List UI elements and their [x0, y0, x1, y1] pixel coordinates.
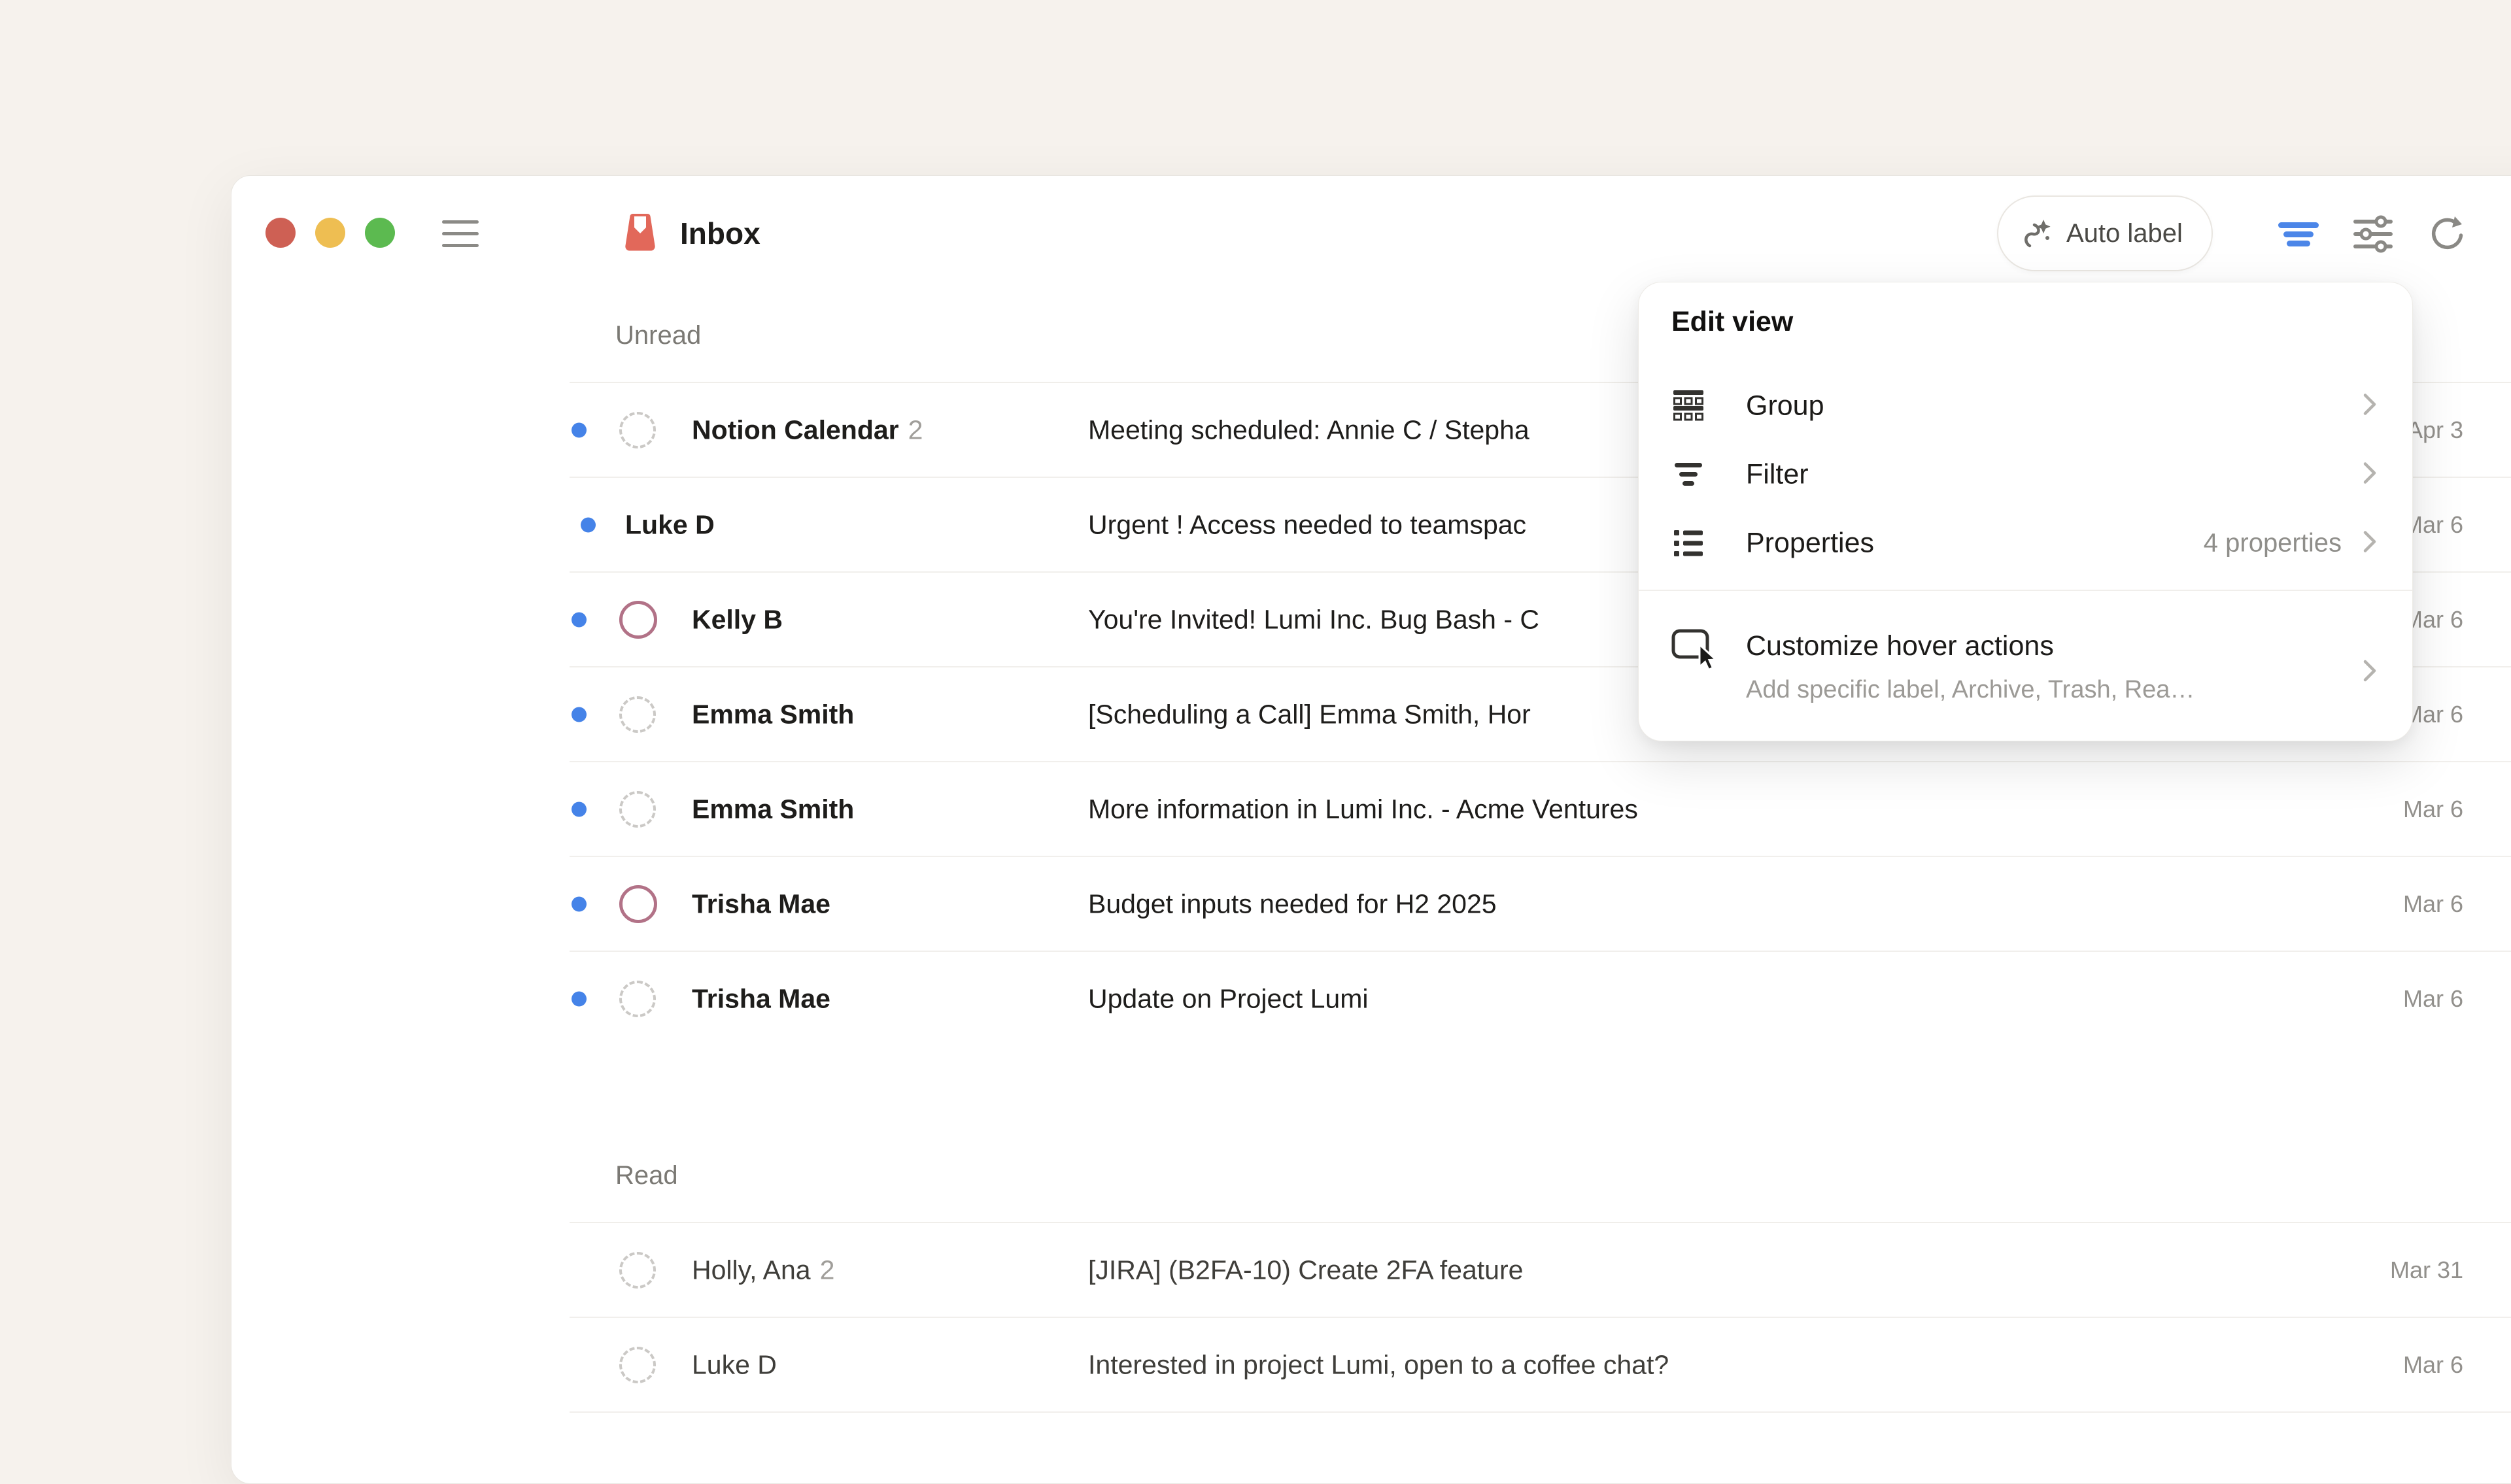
page-title: Inbox — [680, 215, 760, 252]
chevron-right-icon — [2363, 393, 2377, 420]
subject-text: Meeting scheduled: Annie C / Stepha — [1088, 414, 1529, 445]
read-row-list: Holly, Ana2 [JIRA] (B2FA-10) Create 2FA f… — [570, 1222, 2511, 1413]
menu-item-group[interactable]: Group — [1654, 372, 2397, 440]
thread-count: 2 — [820, 1255, 835, 1285]
filter-lines-icon[interactable] — [2276, 212, 2321, 256]
auto-label-wand-icon — [2022, 217, 2052, 250]
chevron-right-icon — [2363, 530, 2377, 557]
menu-item-label: Filter — [1746, 459, 1809, 491]
avatar-circle — [619, 791, 656, 828]
inbox-tray-icon — [625, 214, 655, 251]
avatar-circle — [619, 1252, 656, 1289]
unread-dot — [572, 896, 587, 911]
menu-item-description: Add specific label, Archive, Trash, Rea… — [1746, 676, 2195, 704]
avatar-circle — [619, 1347, 656, 1383]
date-label: Apr 3 — [2407, 416, 2463, 444]
unread-dot — [572, 707, 587, 722]
menu-item-properties[interactable]: Properties 4 properties — [1654, 509, 2397, 577]
chevron-right-icon — [2363, 659, 2377, 686]
mouse-cursor-icon — [1696, 643, 1722, 678]
sender-name: Notion Calendar2 — [692, 414, 923, 445]
sender-name: Luke D — [692, 1349, 777, 1380]
sender-name: Kelly B — [692, 604, 783, 635]
sender-name: Holly, Ana2 — [692, 1255, 834, 1285]
popover-divider — [1639, 590, 2412, 591]
sender-name: Trisha Mae — [692, 888, 830, 919]
subject-text: Urgent ! Access needed to teamspac — [1088, 509, 1526, 540]
mail-row[interactable]: Luke D Interested in project Lumi, open t… — [570, 1318, 2511, 1413]
properties-list-icon — [1671, 526, 1705, 560]
mail-row[interactable]: Emma Smith More information in Lumi Inc. … — [570, 762, 2511, 857]
unread-dot — [572, 612, 587, 627]
edit-view-popover: Edit view Group — [1638, 282, 2413, 741]
date-label: Mar 6 — [2403, 1351, 2463, 1379]
avatar-circle — [619, 981, 656, 1017]
subject-text: More information in Lumi Inc. - Acme Ven… — [1088, 794, 1638, 824]
unread-dot — [572, 422, 587, 437]
sliders-icon[interactable] — [2350, 212, 2396, 256]
filter-icon — [1671, 458, 1705, 492]
sender-name: Emma Smith — [692, 699, 854, 730]
minimize-window-button[interactable] — [315, 218, 345, 248]
close-window-button[interactable] — [265, 218, 296, 248]
section-header-read: Read — [615, 1160, 678, 1191]
date-label: Mar 6 — [2403, 890, 2463, 918]
menu-item-label: Group — [1746, 390, 1824, 422]
avatar-circle — [619, 412, 656, 448]
avatar-circle — [619, 696, 656, 733]
unread-dot — [572, 801, 587, 817]
sender-name: Emma Smith — [692, 794, 854, 824]
thread-count: 2 — [908, 414, 923, 445]
group-icon — [1671, 389, 1705, 423]
chevron-right-icon — [2363, 462, 2377, 488]
properties-count-value: 4 properties — [2204, 529, 2342, 558]
subject-text: Budget inputs needed for H2 2025 — [1088, 888, 1497, 919]
auto-label-button-label: Auto label — [2066, 219, 2183, 248]
menu-item-label: Properties — [1746, 528, 1874, 560]
section-header-unread: Unread — [615, 320, 701, 351]
date-label: Mar 6 — [2403, 796, 2463, 823]
unread-dot — [572, 991, 587, 1006]
mail-row[interactable]: Trisha Mae Budget inputs needed for H2 20… — [570, 857, 2511, 952]
subject-text: Update on Project Lumi — [1088, 983, 1368, 1014]
sender-name: Luke D — [625, 509, 715, 540]
subject-text: Interested in project Lumi, open to a co… — [1088, 1349, 1669, 1380]
refresh-icon[interactable] — [2425, 212, 2470, 256]
date-label: Mar 31 — [2390, 1256, 2463, 1284]
menu-item-filter[interactable]: Filter — [1654, 441, 2397, 509]
menu-item-customize-hover-actions[interactable]: Customize hover actions Add specific lab… — [1654, 604, 2397, 722]
hamburger-icon[interactable] — [442, 216, 479, 250]
date-label: Mar 6 — [2403, 985, 2463, 1013]
menu-item-label: Customize hover actions — [1746, 630, 2054, 662]
sender-name: Trisha Mae — [692, 983, 830, 1014]
avatar-circle — [619, 601, 657, 639]
auto-label-button[interactable]: Auto label — [1997, 195, 2213, 271]
popover-title: Edit view — [1671, 306, 1793, 338]
subject-text: [JIRA] (B2FA-10) Create 2FA feature — [1088, 1255, 1523, 1285]
unread-dot — [581, 517, 596, 532]
desktop-background: { "window": { "title": "Inbox" }, "title… — [0, 0, 2511, 1412]
mail-row[interactable]: Holly, Ana2 [JIRA] (B2FA-10) Create 2FA f… — [570, 1223, 2511, 1318]
avatar-circle — [619, 885, 657, 923]
mail-row[interactable]: Trisha Mae Update on Project Lumi Mar 6 — [570, 952, 2511, 1045]
zoom-window-button[interactable] — [365, 218, 395, 248]
subject-text: [Scheduling a Call] Emma Smith, Hor — [1088, 699, 1531, 730]
subject-text: You're Invited! Lumi Inc. Bug Bash - C — [1088, 604, 1539, 635]
